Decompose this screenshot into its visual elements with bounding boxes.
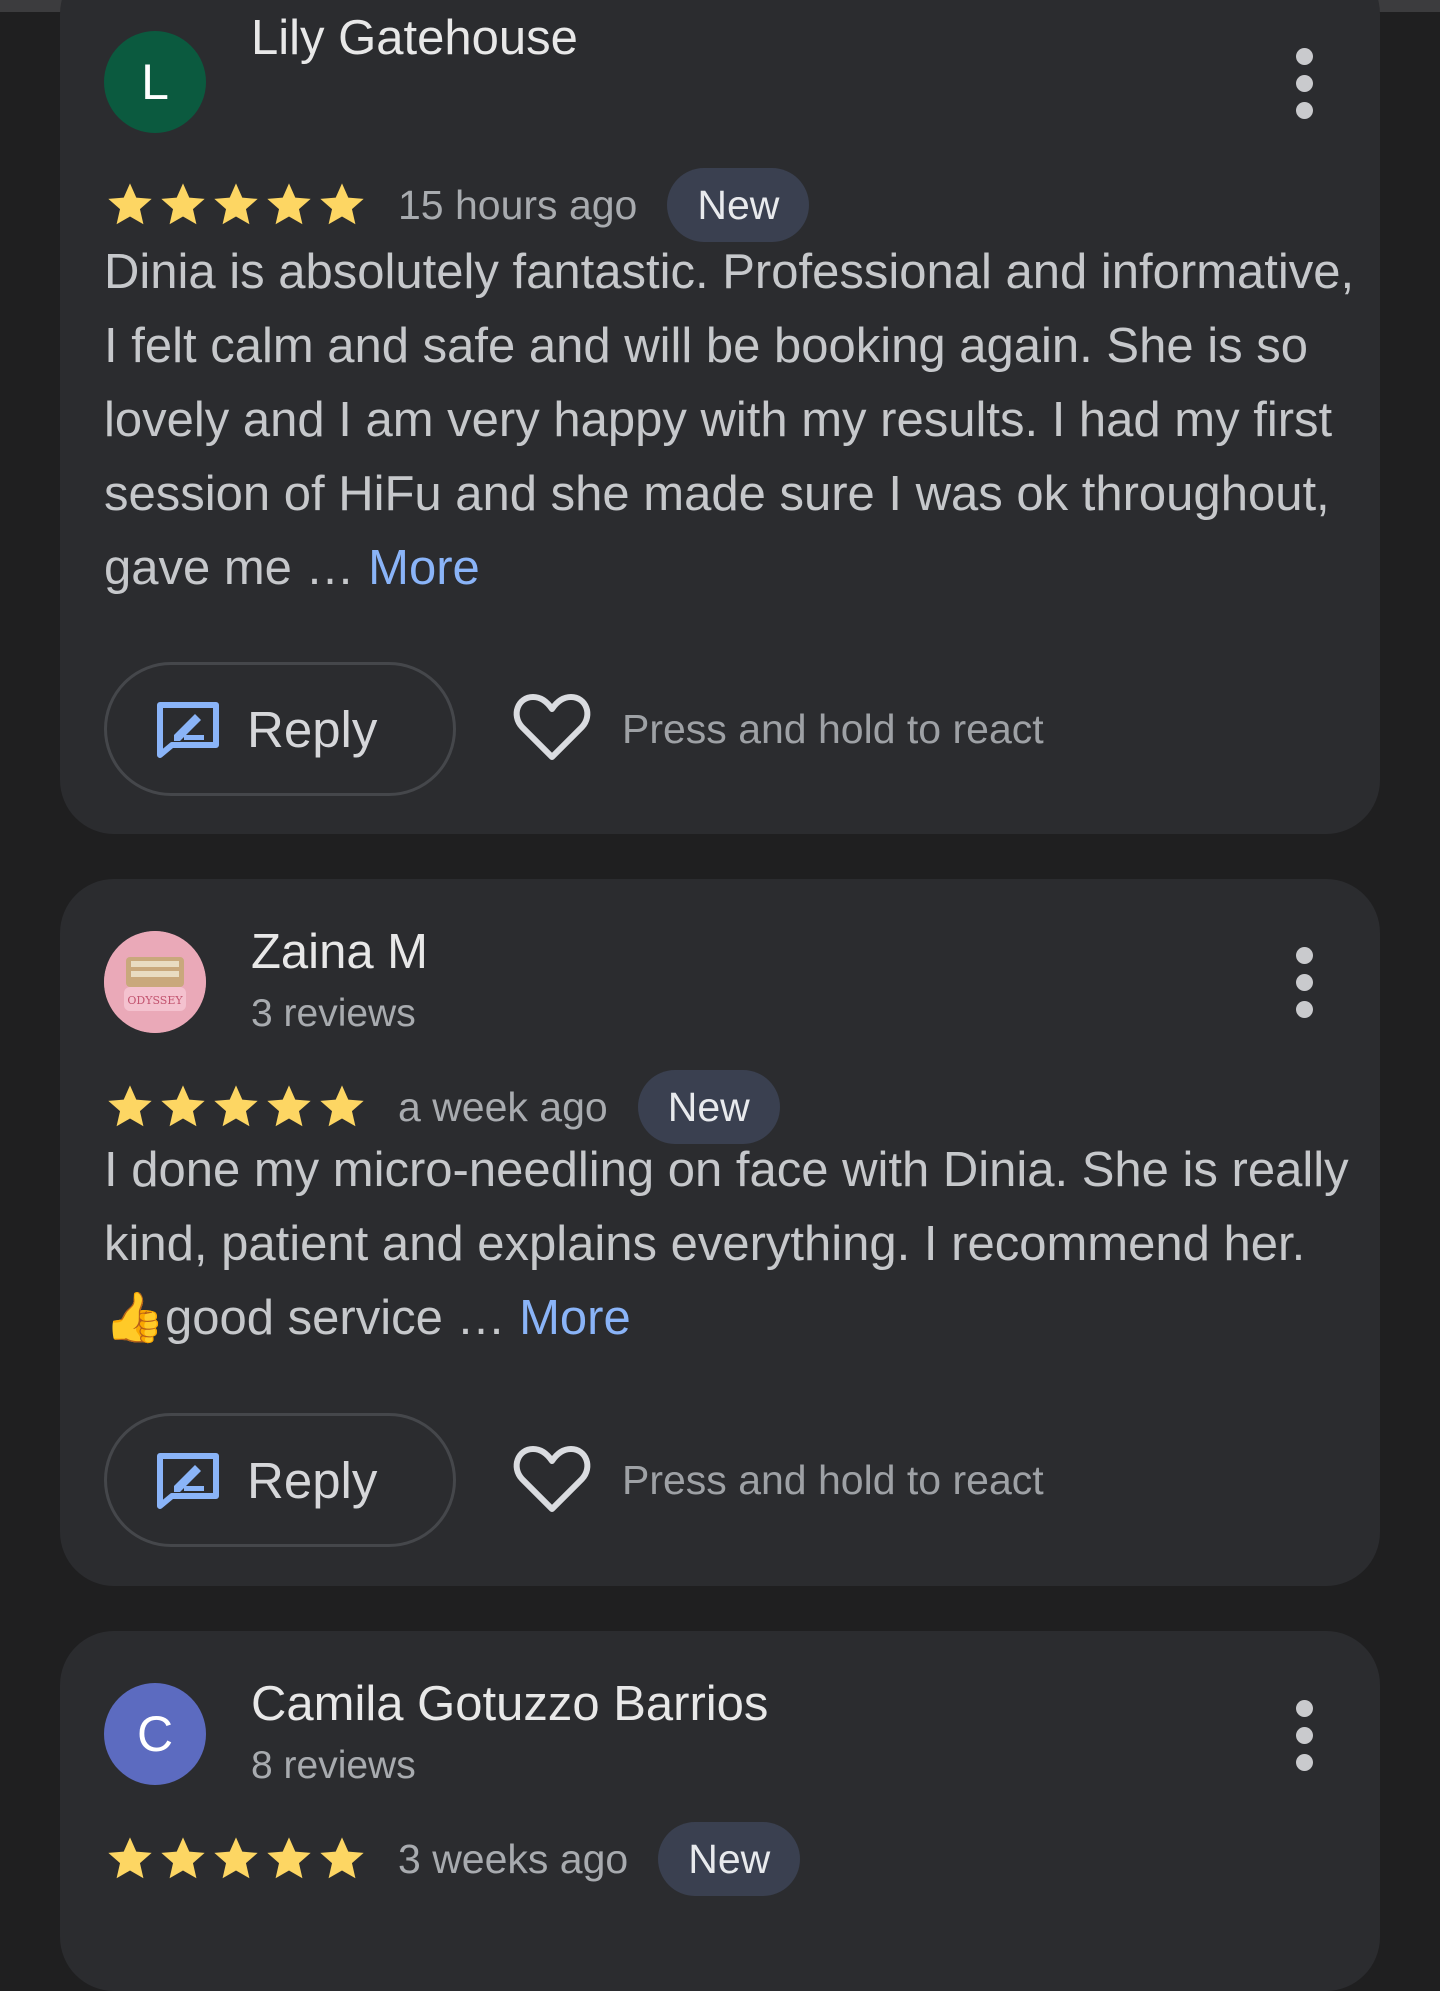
star-icon <box>108 1837 152 1879</box>
reply-label: Reply <box>247 700 378 758</box>
star-icon <box>320 1085 364 1127</box>
more-link[interactable]: More <box>519 1291 631 1345</box>
heart-outline-icon[interactable] <box>512 691 592 763</box>
star-rating <box>104 1831 368 1887</box>
avatar-initial: C <box>136 1706 174 1762</box>
reply-edit-icon <box>157 702 219 758</box>
more-vert-icon[interactable] <box>1274 1685 1334 1785</box>
star-icon <box>320 1837 364 1879</box>
review-card-2: ODYSSEY Zaina M 3 reviews a week ago New… <box>60 879 1380 1586</box>
star-icon <box>108 183 152 225</box>
reply-label: Reply <box>247 1451 378 1509</box>
react-hint: Press and hold to react <box>622 706 1044 752</box>
reply-button[interactable]: Reply <box>104 662 456 796</box>
rating-row: 15 hours ago New <box>104 168 810 242</box>
new-badge: New <box>658 1822 801 1896</box>
review-body: Dinia is absolutely fantastic. Professio… <box>104 245 1355 595</box>
review-card-1: L Lily Gatehouse 15 hours ago New Dinia … <box>60 0 1380 834</box>
reviewer-name[interactable]: Camila Gotuzzo Barrios <box>251 1676 768 1732</box>
avatar-initial: L <box>141 54 169 110</box>
star-icon <box>161 1837 205 1879</box>
star-icon <box>267 183 311 225</box>
star-icon <box>161 1085 205 1127</box>
reply-button[interactable]: Reply <box>104 1413 456 1547</box>
review-card-3: C Camila Gotuzzo Barrios 8 reviews 3 wee… <box>60 1631 1380 1991</box>
star-icon <box>267 1837 311 1879</box>
thumbs-up-emoji: 👍 <box>104 1289 166 1346</box>
star-icon <box>267 1085 311 1127</box>
react-hint: Press and hold to react <box>622 1457 1044 1503</box>
reviewer-name[interactable]: Zaina M <box>251 924 428 980</box>
review-text: I done my micro-needling on face with Di… <box>104 1133 1360 1355</box>
more-vert-icon[interactable] <box>1274 33 1334 133</box>
star-icon <box>214 1085 258 1127</box>
review-time: 15 hours ago <box>398 181 638 228</box>
reviewer-name[interactable]: Lily Gatehouse <box>251 10 578 66</box>
star-icon <box>108 1085 152 1127</box>
star-icon <box>320 183 364 225</box>
reviewer-review-count[interactable]: 3 reviews <box>251 992 416 1036</box>
reviewer-review-count[interactable]: 8 reviews <box>251 1744 416 1788</box>
review-body: I done my micro-needling on face with Di… <box>104 1143 1349 1271</box>
review-time: a week ago <box>398 1083 608 1130</box>
new-badge: New <box>667 168 810 242</box>
avatar[interactable]: ODYSSEY <box>104 931 206 1033</box>
more-link[interactable]: More <box>368 541 480 595</box>
star-rating <box>104 1079 368 1135</box>
star-rating <box>104 177 368 233</box>
more-vert-icon[interactable] <box>1274 932 1334 1032</box>
star-icon <box>161 183 205 225</box>
star-icon <box>214 183 258 225</box>
heart-outline-icon[interactable] <box>512 1443 592 1515</box>
reply-edit-icon <box>157 1453 219 1509</box>
odyssey-logo-avatar: ODYSSEY <box>104 931 206 1033</box>
rating-row: 3 weeks ago New <box>104 1822 801 1896</box>
avatar[interactable]: L <box>104 31 206 133</box>
review-text: Dinia is absolutely fantastic. Professio… <box>104 235 1360 605</box>
avatar[interactable]: C <box>104 1683 206 1785</box>
svg-text:ODYSSEY: ODYSSEY <box>127 994 183 1007</box>
review-body-continued: good service … <box>165 1291 520 1345</box>
star-icon <box>214 1837 258 1879</box>
review-time: 3 weeks ago <box>398 1835 629 1882</box>
